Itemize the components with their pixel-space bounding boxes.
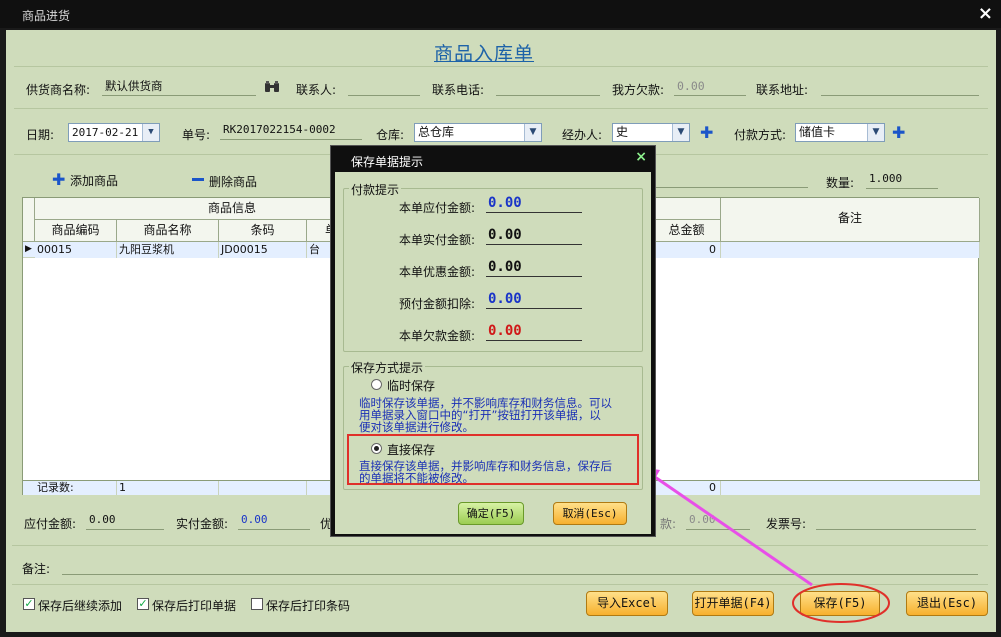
temp-save-label[interactable]: 临时保存 [387,377,435,394]
prepaid-label: 预付金额扣除: [399,297,476,311]
temp-save-radio[interactable] [371,379,382,390]
owed-label: 本单欠款金额: [399,329,476,343]
direct-save-label[interactable]: 直接保存 [387,441,435,458]
payable-label: 本单应付金额: [399,201,476,215]
prepaid-amount: 0.00 [486,291,582,309]
cancel-button[interactable]: 取消(Esc) [553,502,627,525]
discount-amount[interactable]: 0.00 [486,259,582,277]
direct-save-radio[interactable] [371,443,382,454]
payment-group-title: 付款提示 [349,181,402,198]
dialog-title: 保存单据提示 [351,155,424,169]
actual-amount[interactable]: 0.00 [486,227,582,245]
close-icon[interactable]: × [635,149,647,165]
save-confirm-dialog: 保存单据提示 × 付款提示 本单应付金额: 0.00 本单实付金额: 0.00 … [330,145,656,537]
owed-amount: 0.00 [486,323,582,341]
confirm-button[interactable]: 确定(F5) [458,502,524,525]
discount-label: 本单优惠金额: [399,265,476,279]
actual-label: 本单实付金额: [399,233,476,247]
direct-save-desc: 的单据将不能被修改。 [359,471,474,485]
payable-amount: 0.00 [486,195,582,213]
save-mode-title: 保存方式提示 [349,359,426,376]
dialog-body: 付款提示 本单应付金额: 0.00 本单实付金额: 0.00 本单优惠金额: 0… [335,172,651,534]
temp-save-desc: 便对该单据进行修改。 [359,420,474,434]
dialog-title-bar: 保存单据提示 × [331,146,655,172]
